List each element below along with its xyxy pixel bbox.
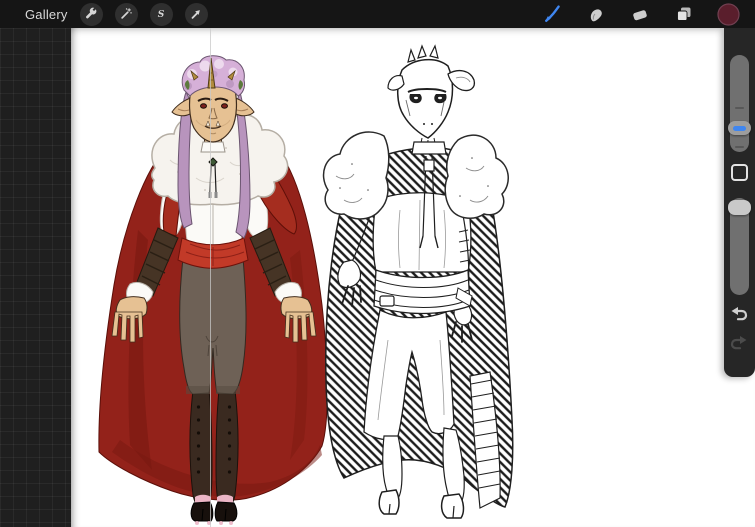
toolbar: Gallery S [0,0,755,28]
paintbrush-icon [542,4,562,24]
sketch-figure [322,44,514,519]
magic-wand-icon [119,7,133,21]
canvas-outside-area [0,28,71,527]
redo-button[interactable] [729,333,749,353]
undo-icon [729,304,749,324]
brush-opacity-handle[interactable] [728,200,751,215]
gallery-button[interactable]: Gallery [25,7,68,22]
selection-button[interactable]: S [149,2,173,26]
drawing-canvas[interactable] [71,28,755,527]
color-swatch [716,2,740,26]
redo-icon [729,333,749,353]
svg-text:S: S [158,9,165,20]
slider-tick [735,146,744,148]
actions-button[interactable] [79,2,103,26]
adjustments-button[interactable] [114,2,138,26]
color-button[interactable] [716,2,740,26]
colored-figure [98,55,328,525]
smudge-button[interactable] [585,3,607,25]
layers-icon [674,4,694,24]
modify-button[interactable] [731,164,748,181]
wrench-icon [84,7,98,21]
symmetry-guide-line [210,28,211,527]
undo-button[interactable] [729,304,749,324]
erase-button[interactable] [629,3,651,25]
layers-button[interactable] [673,3,695,25]
brush-size-handle[interactable] [728,121,751,135]
sidebar [724,28,755,377]
eraser-icon [630,4,650,24]
smudge-icon [586,4,606,24]
transform-button[interactable] [184,2,208,26]
brush-size-slider[interactable] [730,55,749,152]
transform-arrow-icon [189,7,203,21]
paint-button[interactable] [541,3,563,25]
selection-s-icon: S [154,7,168,21]
accent-bar [733,125,746,131]
artwork-svg [98,44,514,525]
slider-tick [735,107,744,109]
